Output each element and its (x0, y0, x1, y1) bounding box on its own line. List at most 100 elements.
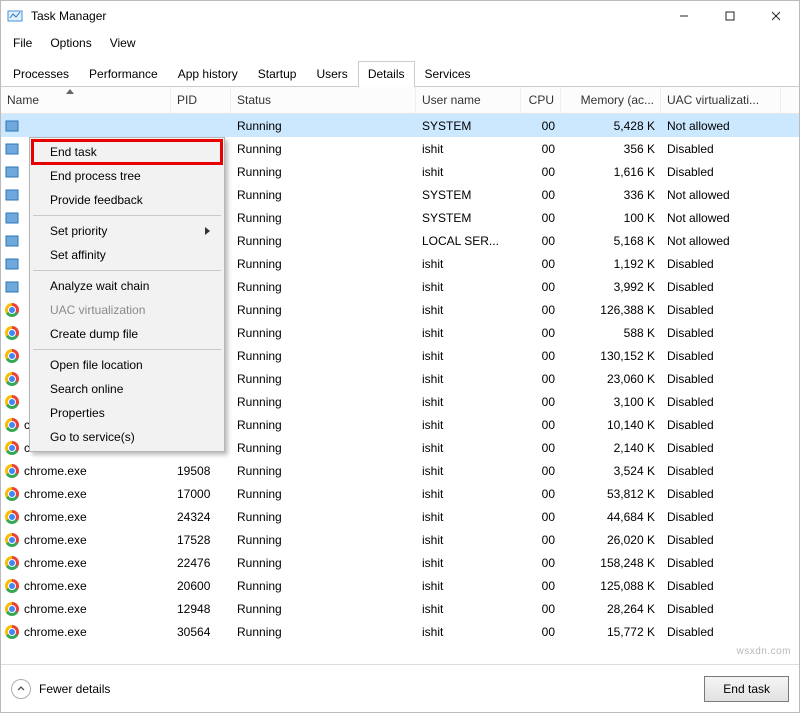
cell-status: Running (231, 326, 416, 340)
cell-status: Running (231, 188, 416, 202)
cell-uac: Disabled (661, 257, 781, 271)
process-icon (5, 211, 19, 225)
tab-users[interactable]: Users (306, 61, 357, 86)
menu-file[interactable]: File (5, 33, 40, 53)
cell-cpu: 00 (521, 257, 561, 271)
cell-memory: 356 K (561, 142, 661, 156)
chrome-icon (5, 326, 19, 340)
cell-uac: Disabled (661, 418, 781, 432)
menu-options[interactable]: Options (42, 33, 99, 53)
tab-startup[interactable]: Startup (248, 61, 307, 86)
cell-user: SYSTEM (416, 211, 521, 225)
context-menu-item-create-dump-file[interactable]: Create dump file (32, 322, 222, 346)
cell-uac: Not allowed (661, 234, 781, 248)
cell-name: chrome.exe (1, 556, 171, 570)
cell-cpu: 00 (521, 142, 561, 156)
tab-performance[interactable]: Performance (79, 61, 168, 86)
cell-uac: Disabled (661, 510, 781, 524)
table-row[interactable]: chrome.exe20600Runningishit00125,088 KDi… (1, 574, 799, 597)
context-menu-item-go-to-service-s[interactable]: Go to service(s) (32, 425, 222, 449)
cell-user: ishit (416, 257, 521, 271)
cell-cpu: 00 (521, 211, 561, 225)
cell-memory: 15,772 K (561, 625, 661, 639)
cell-status: Running (231, 165, 416, 179)
cell-name: chrome.exe (1, 533, 171, 547)
cell-user: ishit (416, 441, 521, 455)
cell-uac: Not allowed (661, 211, 781, 225)
table-row[interactable]: chrome.exe30564Runningishit0015,772 KDis… (1, 620, 799, 643)
context-menu-item-end-process-tree[interactable]: End process tree (32, 164, 222, 188)
column-header-name[interactable]: Name (1, 87, 171, 113)
context-menu-item-properties[interactable]: Properties (32, 401, 222, 425)
tab-app-history[interactable]: App history (168, 61, 248, 86)
cell-status: Running (231, 510, 416, 524)
menu-bar: File Options View (1, 31, 799, 55)
table-row[interactable]: chrome.exe22476Runningishit00158,248 KDi… (1, 551, 799, 574)
tab-services[interactable]: Services (415, 61, 481, 86)
context-menu-item-open-file-location[interactable]: Open file location (32, 353, 222, 377)
cell-pid: 17000 (171, 487, 231, 501)
cell-memory: 5,428 K (561, 119, 661, 133)
cell-memory: 53,812 K (561, 487, 661, 501)
column-header-pid[interactable]: PID (171, 87, 231, 113)
cell-memory: 10,140 K (561, 418, 661, 432)
cell-uac: Disabled (661, 326, 781, 340)
fewer-details-toggle[interactable]: Fewer details (11, 679, 110, 699)
cell-uac: Not allowed (661, 119, 781, 133)
context-menu-item-set-priority[interactable]: Set priority (32, 219, 222, 243)
column-header-memory[interactable]: Memory (ac... (561, 87, 661, 113)
process-name: chrome.exe (24, 464, 87, 478)
process-icon (5, 119, 19, 133)
table-row[interactable]: chrome.exe24324Runningishit0044,684 KDis… (1, 505, 799, 528)
column-header-cpu[interactable]: CPU (521, 87, 561, 113)
maximize-button[interactable] (707, 1, 753, 31)
end-task-button[interactable]: End task (704, 676, 789, 702)
context-menu-label: Analyze wait chain (50, 279, 149, 293)
context-menu-item-analyze-wait-chain[interactable]: Analyze wait chain (32, 274, 222, 298)
cell-user: ishit (416, 579, 521, 593)
table-row[interactable]: chrome.exe17000Runningishit0053,812 KDis… (1, 482, 799, 505)
cell-user: ishit (416, 349, 521, 363)
table-row[interactable]: RunningSYSTEM005,428 KNot allowed (1, 114, 799, 137)
cell-cpu: 00 (521, 602, 561, 616)
app-icon (7, 8, 23, 24)
column-header-uac[interactable]: UAC virtualizati... (661, 87, 781, 113)
chrome-icon (5, 602, 19, 616)
chrome-icon (5, 372, 19, 386)
column-header-status[interactable]: Status (231, 87, 416, 113)
minimize-button[interactable] (661, 1, 707, 31)
cell-memory: 336 K (561, 188, 661, 202)
cell-cpu: 00 (521, 303, 561, 317)
submenu-arrow-icon (205, 227, 210, 235)
context-menu-label: Set affinity (50, 248, 106, 262)
table-row[interactable]: chrome.exe12948Runningishit0028,264 KDis… (1, 597, 799, 620)
tab-processes[interactable]: Processes (3, 61, 79, 86)
cell-status: Running (231, 441, 416, 455)
cell-status: Running (231, 257, 416, 271)
table-row[interactable]: chrome.exe17528Runningishit0026,020 KDis… (1, 528, 799, 551)
cell-status: Running (231, 395, 416, 409)
cell-uac: Disabled (661, 487, 781, 501)
cell-user: ishit (416, 418, 521, 432)
cell-pid: 20600 (171, 579, 231, 593)
cell-cpu: 00 (521, 280, 561, 294)
cell-memory: 125,088 K (561, 579, 661, 593)
menu-view[interactable]: View (102, 33, 144, 53)
process-name: chrome.exe (24, 556, 87, 570)
cell-memory: 2,140 K (561, 441, 661, 455)
column-header-row: Name PID Status User name CPU Memory (ac… (1, 87, 799, 114)
cell-uac: Disabled (661, 165, 781, 179)
table-row[interactable]: chrome.exe19508Runningishit003,524 KDisa… (1, 459, 799, 482)
cell-cpu: 00 (521, 579, 561, 593)
context-menu-item-set-affinity[interactable]: Set affinity (32, 243, 222, 267)
close-button[interactable] (753, 1, 799, 31)
context-menu-item-provide-feedback[interactable]: Provide feedback (32, 188, 222, 212)
column-header-user[interactable]: User name (416, 87, 521, 113)
context-menu-item-end-task[interactable]: End task (32, 140, 222, 164)
cell-user: ishit (416, 602, 521, 616)
tab-details[interactable]: Details (358, 61, 415, 86)
process-name: chrome.exe (24, 602, 87, 616)
cell-name: chrome.exe (1, 487, 171, 501)
cell-memory: 126,388 K (561, 303, 661, 317)
context-menu-item-search-online[interactable]: Search online (32, 377, 222, 401)
